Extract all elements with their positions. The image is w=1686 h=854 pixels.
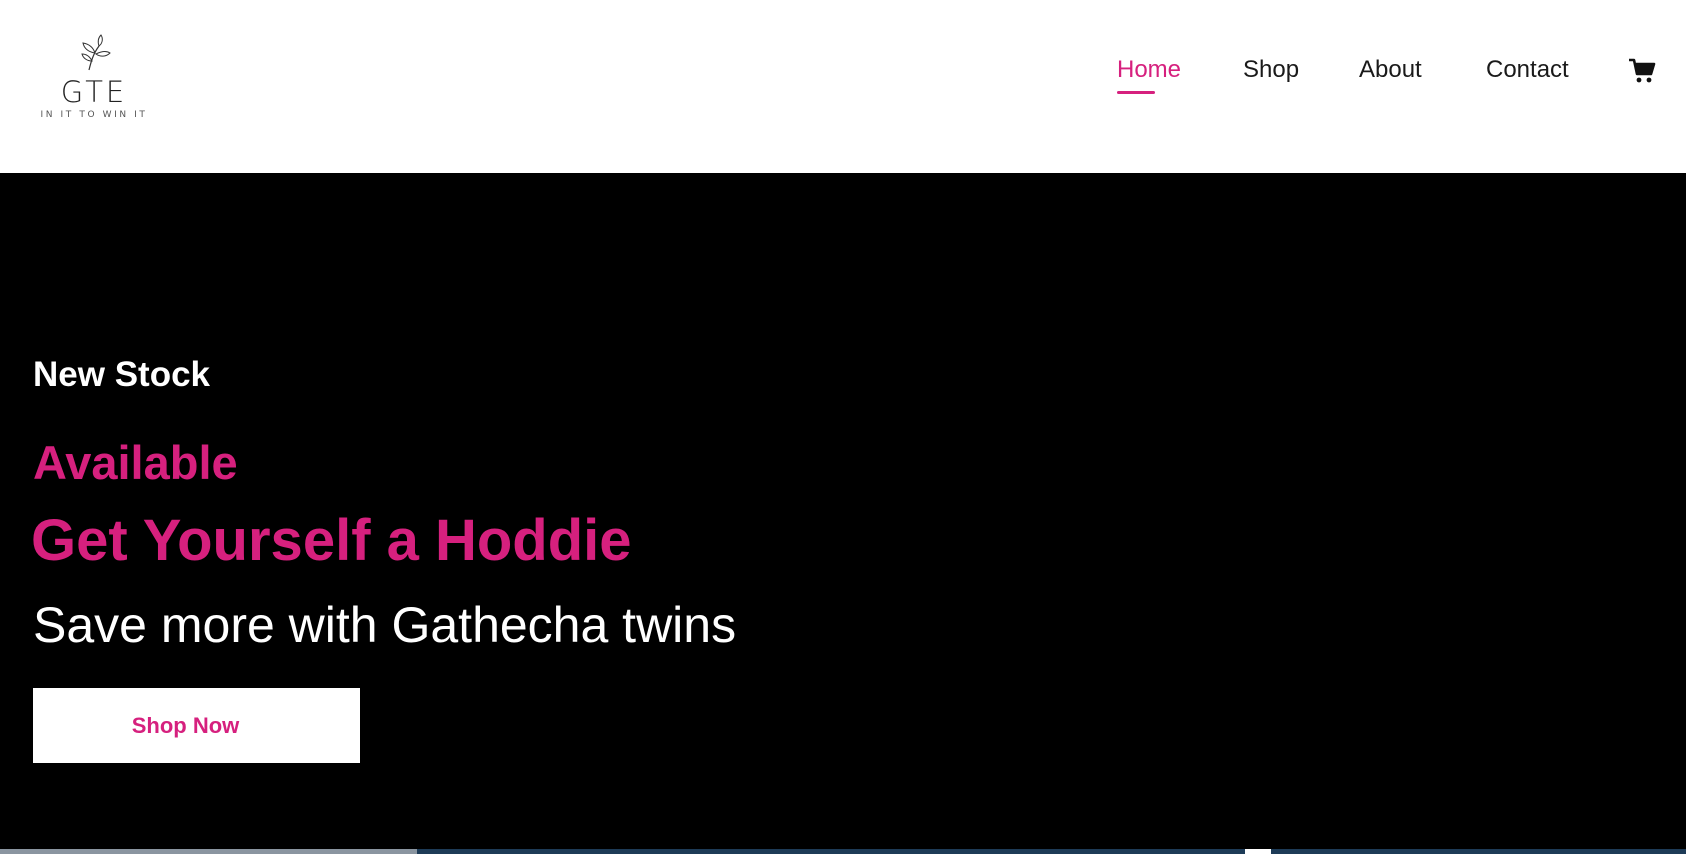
bottom-strip-marker <box>1245 849 1271 854</box>
hero-headline: Get Yourself a Hoddie <box>31 508 632 573</box>
logo-tagline: IN IT TO WIN IT <box>40 110 148 120</box>
hero-line-new-stock: New Stock <box>33 355 210 394</box>
brand-logo[interactable]: GTE IN IT TO WIN IT <box>38 34 150 130</box>
nav-contact[interactable]: Contact <box>1486 56 1569 84</box>
cart-icon[interactable] <box>1628 58 1656 84</box>
nav-shop[interactable]: Shop <box>1243 56 1299 84</box>
hero-subheadline: Save more with Gathecha twins <box>33 597 737 653</box>
bottom-strip-left <box>0 849 417 854</box>
nav-home[interactable]: Home <box>1117 56 1181 94</box>
shop-now-button[interactable]: Shop Now <box>33 688 360 763</box>
hero-banner: New Stock Available Get Yourself a Hoddi… <box>0 173 1686 849</box>
leaf-logo-icon <box>81 34 111 71</box>
cart-icon-glyph <box>1629 58 1656 83</box>
bottom-strip <box>0 849 1686 854</box>
nav-about[interactable]: About <box>1359 56 1422 84</box>
hero-line-available: Available <box>33 436 238 489</box>
logo-name: GTE <box>60 75 128 109</box>
site-header: GTE IN IT TO WIN IT Home Shop About Cont… <box>0 0 1686 173</box>
